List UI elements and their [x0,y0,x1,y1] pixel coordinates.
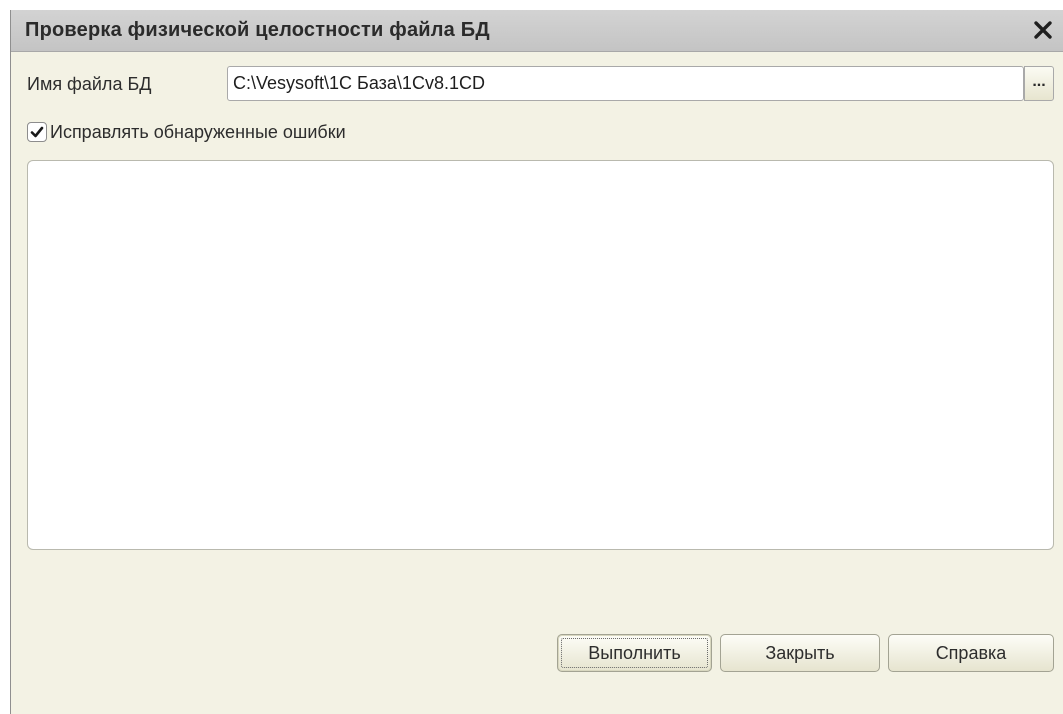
title-bar: Проверка физической целостности файла БД [11,10,1063,52]
close-window-button[interactable] [1028,15,1058,45]
close-button[interactable]: Закрыть [720,634,880,672]
run-button[interactable]: Выполнить [557,634,712,672]
file-path-input[interactable] [227,66,1024,101]
run-button-label: Выполнить [561,638,708,668]
fix-errors-checkbox[interactable] [27,122,47,142]
file-name-label: Имя файла БД [27,74,152,94]
dialog-window: Проверка физической целостности файла БД… [10,10,1063,714]
fix-errors-option[interactable]: Исправлять обнаруженные ошибки [27,120,346,144]
fix-errors-label: Исправлять обнаруженные ошибки [50,121,346,142]
results-log-area[interactable] [27,160,1054,550]
window-title: Проверка физической целостности файла БД [25,19,490,41]
close-icon [1034,21,1052,39]
checkmark-icon [30,126,44,138]
browse-button[interactable]: ... [1024,66,1054,101]
help-button[interactable]: Справка [888,634,1054,672]
